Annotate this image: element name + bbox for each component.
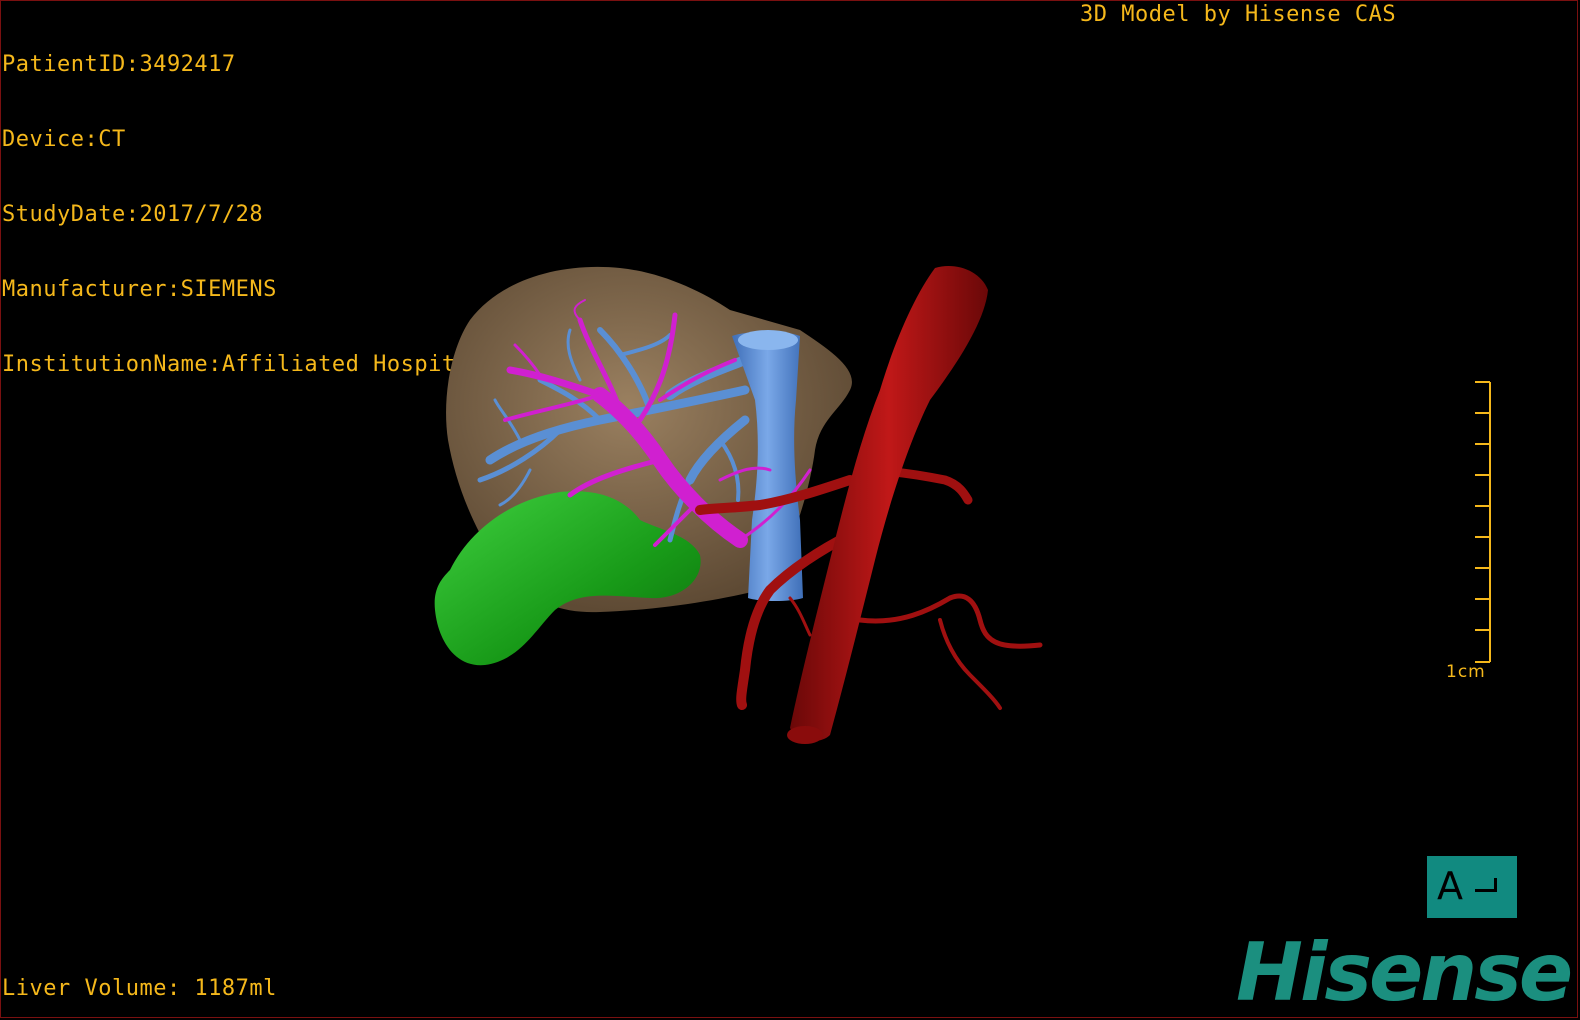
3d-liver-model-viewport[interactable] <box>0 0 1580 1020</box>
ivc-opening <box>738 330 798 350</box>
orientation-axis-icon <box>1475 878 1497 892</box>
aorta-cut-end <box>787 726 823 744</box>
orientation-cube[interactable]: A <box>1427 856 1517 918</box>
hisense-logo: Hisense <box>1236 926 1573 1019</box>
liver-volume-text: Liver Volume: 1187ml <box>2 976 277 1001</box>
scale-bar <box>1475 381 1491 663</box>
scale-bar-label: 1cm <box>1446 662 1486 682</box>
orientation-letter: A <box>1437 864 1463 908</box>
aorta-mesh <box>790 266 988 741</box>
